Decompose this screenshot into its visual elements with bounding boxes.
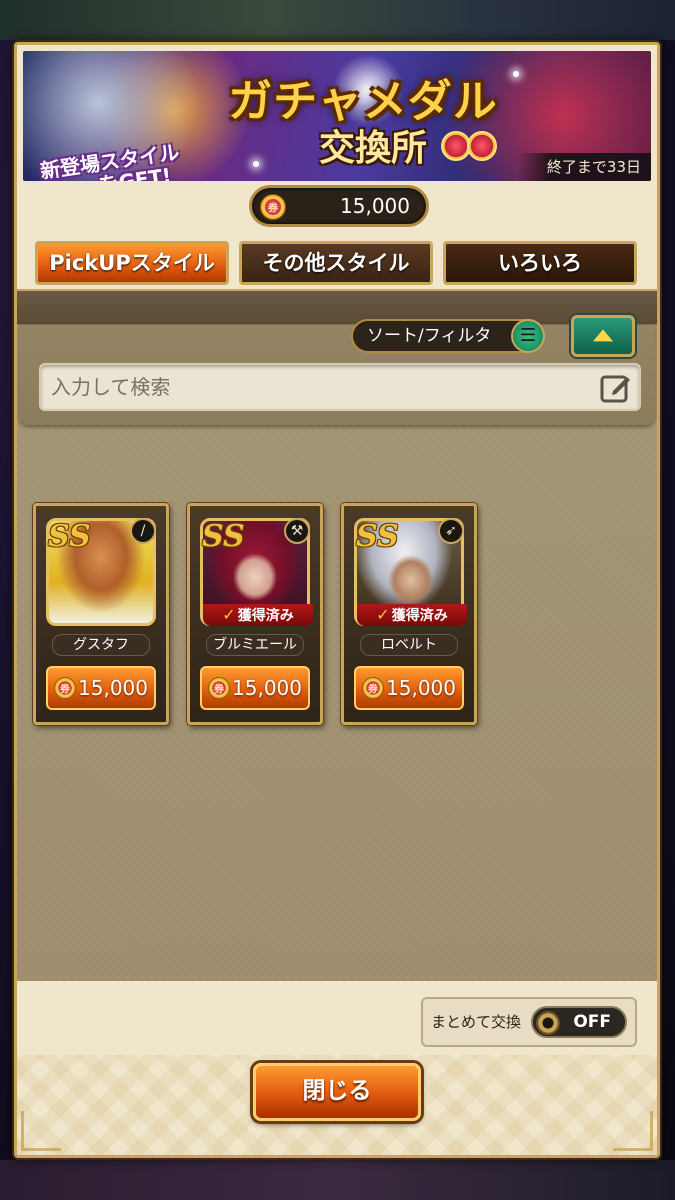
background-top (0, 0, 675, 40)
exchange-dialog: ガチャメダル 交換所 新登場スタイル をGET! 終了まで33日 15,000 … (14, 42, 660, 1158)
medal-balance: 15,000 (249, 185, 429, 227)
bulk-exchange-setting: まとめて交換 OFF (421, 997, 637, 1047)
axe-icon: ⚒ (284, 518, 310, 544)
medal-icon (467, 131, 497, 161)
character-name: ブルミエール (206, 634, 304, 656)
exchange-price-button[interactable]: 15,000 (200, 666, 310, 710)
collapse-filter-button[interactable] (571, 315, 635, 357)
event-banner: ガチャメダル 交換所 新登場スタイル をGET! 終了まで33日 (23, 51, 651, 181)
rank-badge: SS (48, 519, 91, 554)
check-icon: ✓ (376, 605, 390, 624)
gacha-medal-icon (208, 677, 230, 699)
close-button[interactable]: 閉じる (253, 1063, 421, 1121)
owned-badge: ✓ 獲得済み (203, 604, 313, 626)
check-icon: ✓ (222, 605, 236, 624)
owned-label: 獲得済み (237, 608, 294, 624)
gacha-medal-icon (362, 677, 384, 699)
gacha-medal-icon (260, 194, 286, 220)
character-name: グスタフ (52, 634, 150, 656)
tab-label: PickUPスタイル (49, 251, 215, 275)
tab-divider-strip (17, 289, 657, 325)
tab-pickup-style[interactable]: PickUPスタイル (35, 241, 229, 285)
sort-filter-label: ソート/フィルタ (367, 326, 492, 346)
sort-filter-button[interactable]: ソート/フィルタ ☰ (351, 319, 545, 353)
gacha-medal-icon (54, 677, 76, 699)
tab-misc[interactable]: いろいろ (443, 241, 637, 285)
background-bottom (0, 1160, 675, 1200)
corner-ornament (21, 1111, 61, 1151)
search-box (39, 363, 641, 411)
style-card[interactable]: SS ⚒ ✓獲得済み ブルミエール 15,000 (187, 503, 323, 725)
tab-other-style[interactable]: その他スタイル (239, 241, 433, 285)
medal-balance-amount: 15,000 (340, 194, 410, 218)
toggle-knob (536, 1011, 560, 1035)
rank-badge: SS (356, 519, 399, 554)
sword-icon: / (130, 518, 156, 544)
owned-badge: ✓ 獲得済み (357, 604, 467, 626)
tab-label: その他スタイル (262, 251, 410, 275)
exchange-price-button[interactable]: 15,000 (354, 666, 464, 710)
bulk-exchange-toggle[interactable]: OFF (531, 1006, 627, 1038)
tab-label: いろいろ (498, 251, 582, 275)
edit-icon[interactable] (599, 371, 633, 405)
price-value: 15,000 (386, 676, 456, 700)
filter-panel: ソート/フィルタ ☰ (19, 315, 655, 425)
exchange-price-button[interactable]: 15,000 (46, 666, 156, 710)
bow-icon: ➶ (438, 518, 464, 544)
price-value: 15,000 (78, 676, 148, 700)
corner-ornament (613, 1111, 653, 1151)
triangle-up-icon (593, 329, 613, 342)
price-value: 15,000 (232, 676, 302, 700)
search-input[interactable] (51, 371, 591, 403)
style-card[interactable]: SS ➶ ✓獲得済み ロベルト 15,000 (341, 503, 477, 725)
owned-label: 獲得済み (391, 608, 448, 624)
banner-promo: 新登場スタイル をGET! (39, 134, 233, 181)
bulk-exchange-label: まとめて交換 (431, 1013, 522, 1031)
days-remaining: 終了まで33日 (516, 153, 651, 181)
style-card[interactable]: SS / グスタフ 15,000 (33, 503, 169, 725)
toggle-state: OFF (573, 1012, 611, 1032)
item-list-area: ソート/フィルタ ☰ SS / グスタフ 15,000 (17, 315, 657, 981)
rank-badge: SS (202, 519, 245, 554)
banner-subtitle: 交換所 (318, 128, 427, 169)
menu-icon: ☰ (511, 319, 545, 353)
character-name: ロベルト (360, 634, 458, 656)
